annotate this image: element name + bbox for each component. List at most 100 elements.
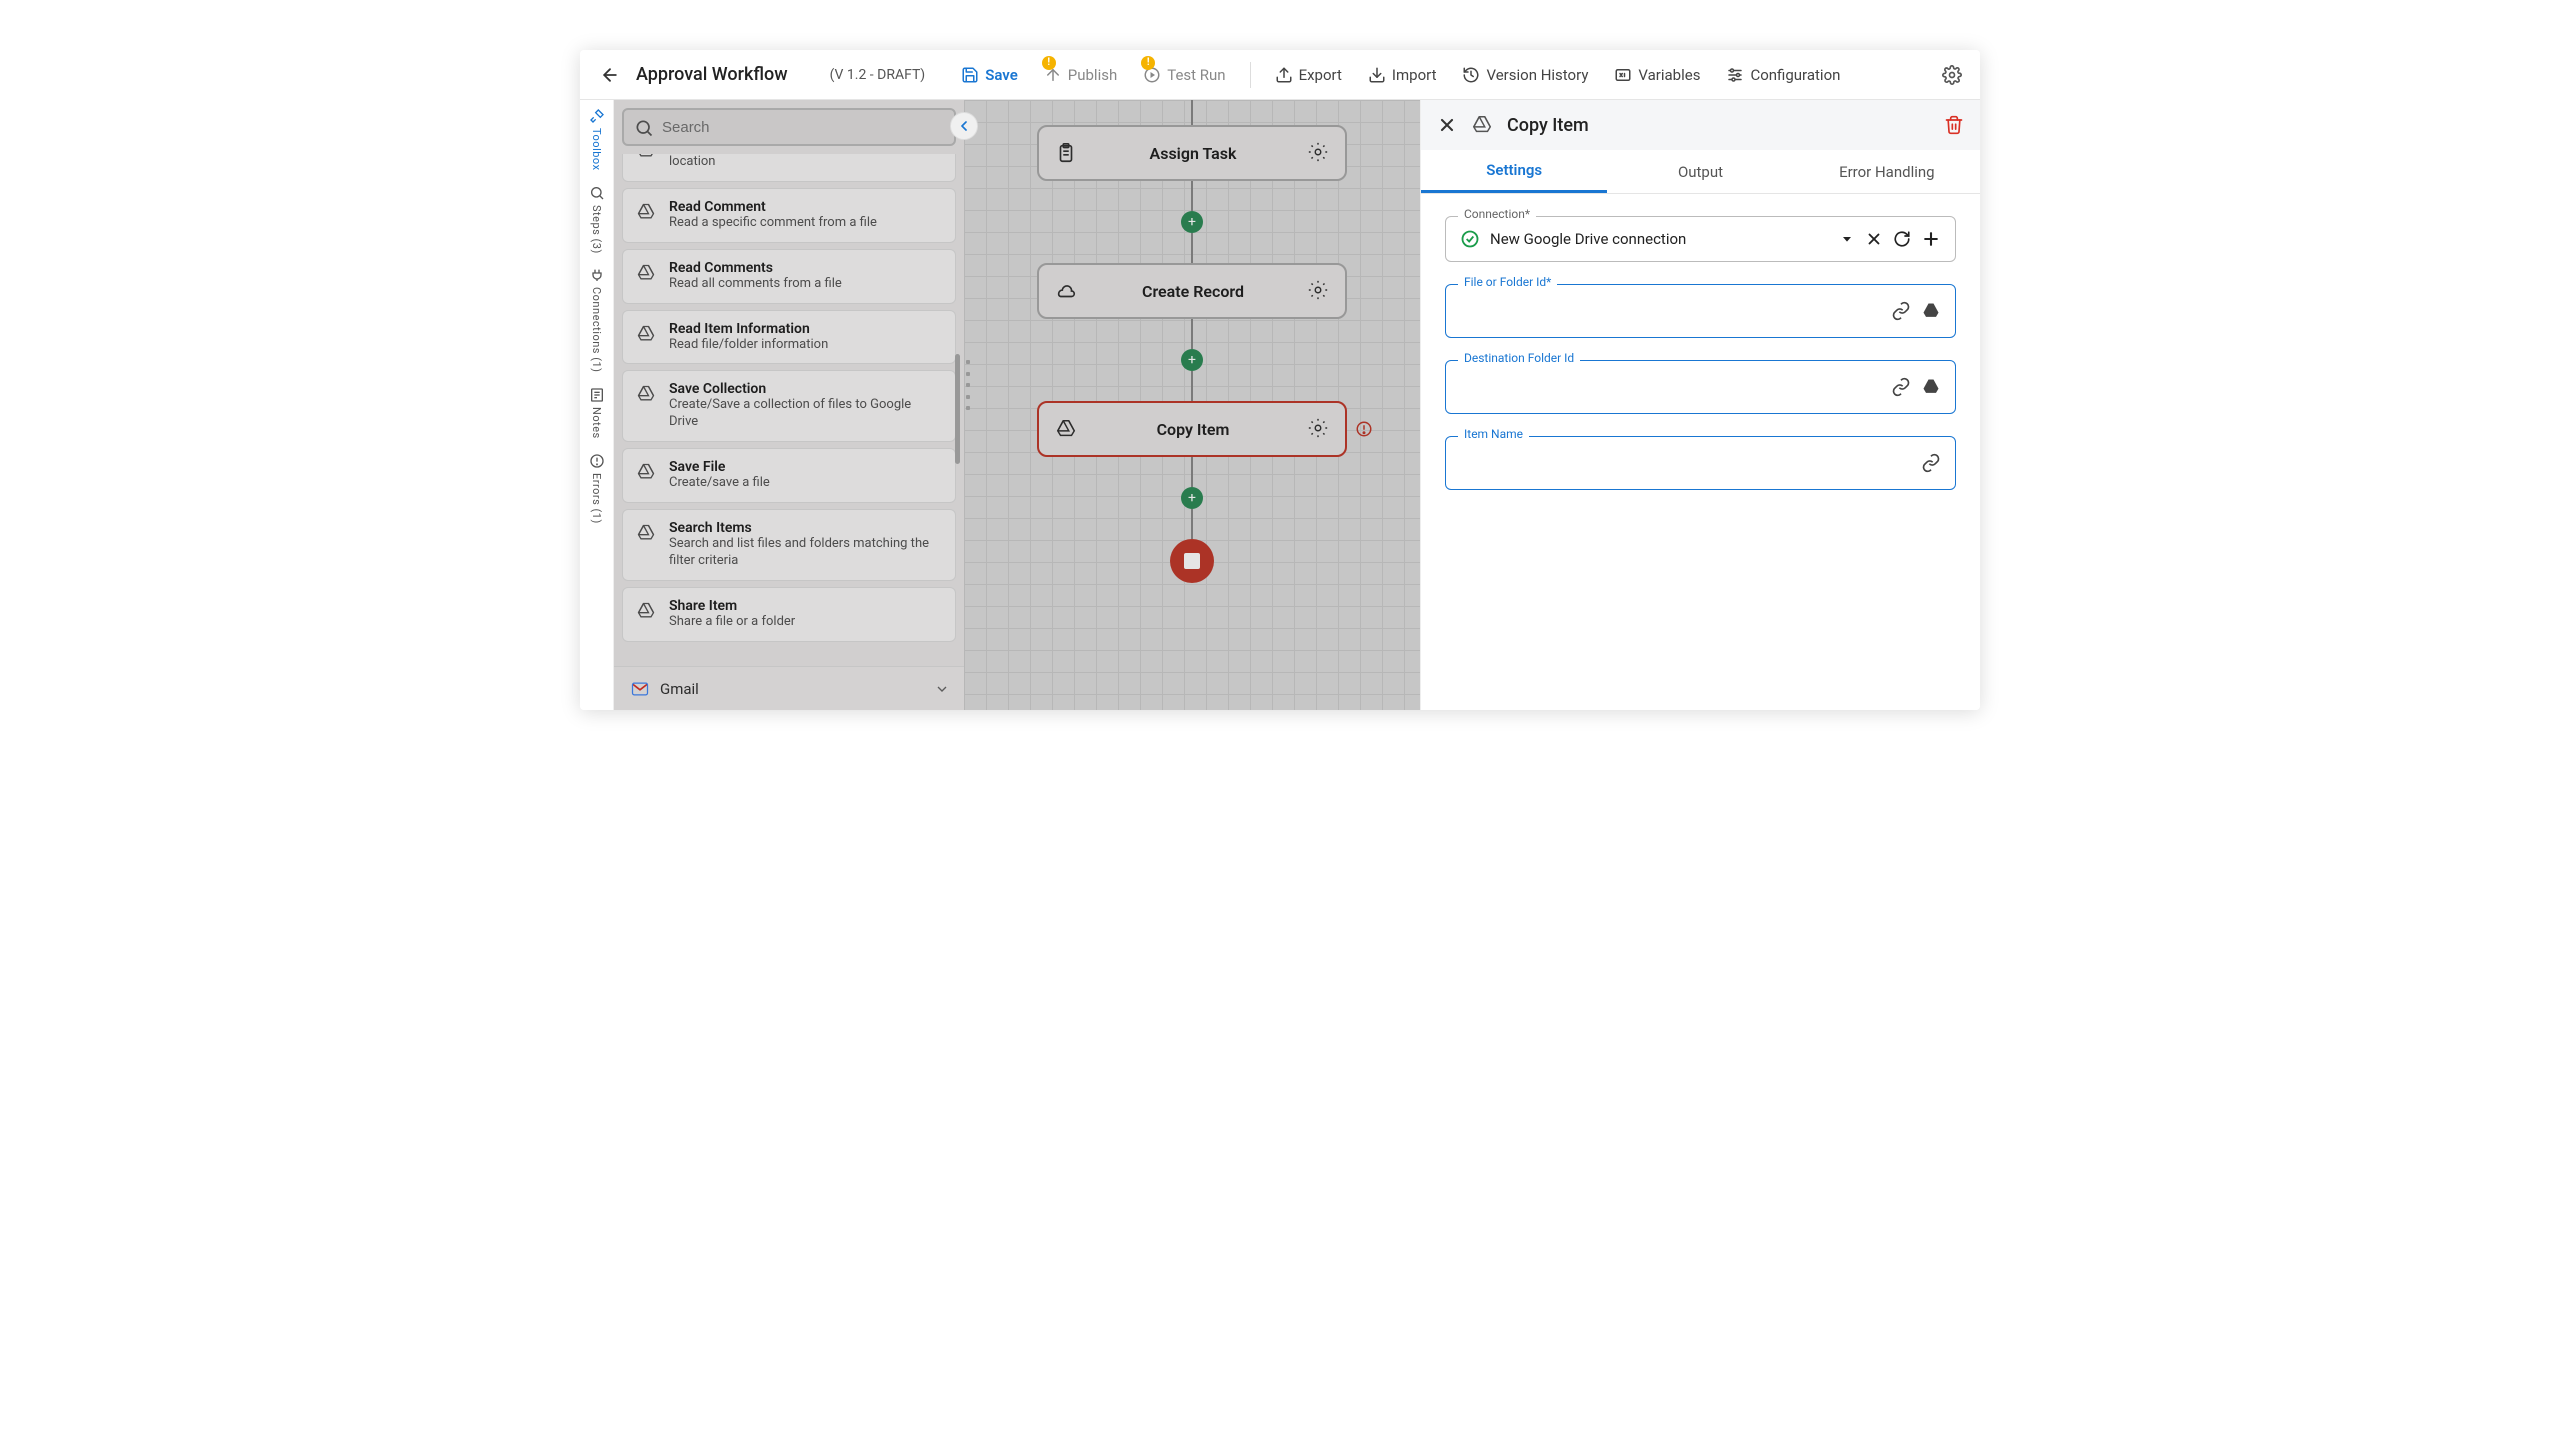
flow-node-assign-task[interactable]: Assign Task — [1037, 125, 1347, 181]
back-button[interactable] — [598, 63, 622, 87]
stop-icon — [1184, 553, 1200, 569]
tab-error-handling[interactable]: Error Handling — [1794, 150, 1980, 193]
toolbox-item[interactable]: Save FileCreate/save a file — [622, 448, 956, 503]
scrollbar-thumb[interactable] — [955, 354, 960, 464]
link-picker-button[interactable] — [1891, 377, 1911, 397]
canvas[interactable]: Assign Task + Create Record + Copy Item — [964, 100, 1420, 710]
details-panel: Copy Item Settings Output Error Handling… — [1420, 100, 1980, 710]
node-settings-button[interactable] — [1307, 417, 1331, 441]
panel-header: Copy Item — [1421, 100, 1980, 150]
trash-icon — [1944, 115, 1964, 135]
toolbox-category-gmail[interactable]: Gmail — [614, 666, 964, 710]
toolbox-item[interactable]: Read CommentRead a specific comment from… — [622, 188, 956, 243]
add-node-button[interactable]: + — [1181, 211, 1203, 233]
connection-clear-button[interactable] — [1865, 230, 1883, 248]
toolbox-item[interactable]: Save CollectionCreate/Save a collection … — [622, 370, 956, 442]
toolbox-category-label: Gmail — [660, 680, 699, 698]
drive-icon — [635, 154, 657, 161]
variables-icon — [1614, 66, 1632, 84]
search-icon — [589, 185, 605, 201]
file-id-input[interactable] — [1460, 297, 1881, 325]
vertical-tab-connections[interactable]: Connections (1) — [589, 267, 605, 372]
toolbox-item[interactable]: Read Item InformationRead file/folder in… — [622, 310, 956, 365]
toolbox-list[interactable]: Move a collection of files or a folders … — [614, 154, 964, 666]
connection-dropdown[interactable] — [1839, 231, 1855, 247]
export-button[interactable]: Export — [1265, 60, 1352, 90]
database-icon — [1053, 278, 1079, 304]
add-node-button[interactable]: + — [1181, 349, 1203, 371]
field-label: Connection* — [1458, 207, 1536, 221]
chevron-left-icon — [956, 118, 972, 134]
drive-icon — [635, 201, 657, 223]
connection-refresh-button[interactable] — [1893, 230, 1911, 248]
note-icon — [589, 387, 605, 403]
test-run-button[interactable]: ! Test Run — [1133, 60, 1235, 90]
publish-button[interactable]: ! Publish — [1034, 60, 1127, 90]
configuration-button[interactable]: Configuration — [1716, 60, 1850, 90]
clipboard-icon — [1053, 140, 1079, 166]
sliders-icon — [1726, 66, 1744, 84]
flow-node-copy-item[interactable]: Copy Item — [1037, 401, 1347, 457]
search-icon — [634, 118, 654, 138]
publish-warning-badge: ! — [1042, 56, 1056, 70]
field-connection: Connection* New Google Drive connection — [1445, 216, 1956, 262]
drive-picker-button[interactable] — [1921, 301, 1941, 321]
toolbox-item[interactable]: Share ItemShare a file or a folder — [622, 587, 956, 642]
drive-icon — [635, 383, 657, 405]
field-label: Destination Folder Id — [1458, 351, 1580, 365]
toolbox-item[interactable]: Search ItemsSearch and list files and fo… — [622, 509, 956, 581]
flow-node-create-record[interactable]: Create Record — [1037, 263, 1347, 319]
drive-icon — [1053, 416, 1079, 442]
drive-icon — [635, 600, 657, 622]
item-name-input[interactable] — [1460, 449, 1911, 477]
settings-gear-button[interactable] — [1942, 65, 1962, 85]
drive-picker-button[interactable] — [1921, 377, 1941, 397]
link-picker-button[interactable] — [1921, 453, 1941, 473]
field-destination-folder: Destination Folder Id — [1445, 360, 1956, 414]
vertical-tab-steps[interactable]: Steps (3) — [589, 185, 605, 254]
close-panel-button[interactable] — [1437, 115, 1457, 135]
plug-icon — [589, 267, 605, 283]
toolbar-divider — [1250, 62, 1251, 88]
save-button[interactable]: Save — [951, 60, 1028, 90]
toolbox-search-input[interactable] — [622, 108, 956, 146]
tab-output[interactable]: Output — [1607, 150, 1793, 193]
drive-icon — [635, 461, 657, 483]
field-file-id: File or Folder Id* — [1445, 284, 1956, 338]
drive-icon — [1471, 114, 1493, 136]
toolbox-item[interactable]: Move a collection of files or a folders … — [622, 154, 956, 182]
drive-icon — [635, 262, 657, 284]
drive-icon — [635, 323, 657, 345]
link-picker-button[interactable] — [1891, 301, 1911, 321]
variables-button[interactable]: Variables — [1604, 60, 1710, 90]
vertical-tab-errors[interactable]: Errors (1) — [589, 453, 605, 524]
node-settings-button[interactable] — [1307, 279, 1331, 303]
delete-button[interactable] — [1944, 115, 1964, 135]
vertical-tab-notes[interactable]: Notes — [589, 387, 605, 439]
toolbox-item[interactable]: Read CommentsRead all comments from a fi… — [622, 249, 956, 304]
canvas-drag-handle[interactable] — [966, 360, 972, 410]
destination-folder-input[interactable] — [1460, 373, 1881, 401]
node-settings-button[interactable] — [1307, 141, 1331, 165]
save-icon — [961, 66, 979, 84]
panel-title: Copy Item — [1507, 115, 1589, 136]
collapse-toolbox-button[interactable] — [950, 112, 978, 140]
panel-tabs: Settings Output Error Handling — [1421, 150, 1980, 194]
export-label: Export — [1299, 66, 1342, 84]
configuration-label: Configuration — [1750, 66, 1840, 84]
test-run-label: Test Run — [1167, 66, 1225, 84]
version-history-button[interactable]: Version History — [1452, 60, 1598, 90]
tools-icon — [589, 108, 605, 124]
tab-settings[interactable]: Settings — [1421, 150, 1607, 193]
drive-icon — [635, 522, 657, 544]
error-icon — [589, 453, 605, 469]
gear-icon — [1942, 65, 1962, 85]
history-icon — [1462, 66, 1480, 84]
flow-end-node[interactable] — [1170, 539, 1214, 583]
node-error-indicator[interactable] — [1355, 420, 1373, 438]
testrun-warning-badge: ! — [1141, 56, 1155, 70]
import-button[interactable]: Import — [1358, 60, 1447, 90]
add-node-button[interactable]: + — [1181, 487, 1203, 509]
connection-add-button[interactable] — [1921, 229, 1941, 249]
vertical-tab-toolbox[interactable]: Toolbox — [589, 108, 605, 171]
